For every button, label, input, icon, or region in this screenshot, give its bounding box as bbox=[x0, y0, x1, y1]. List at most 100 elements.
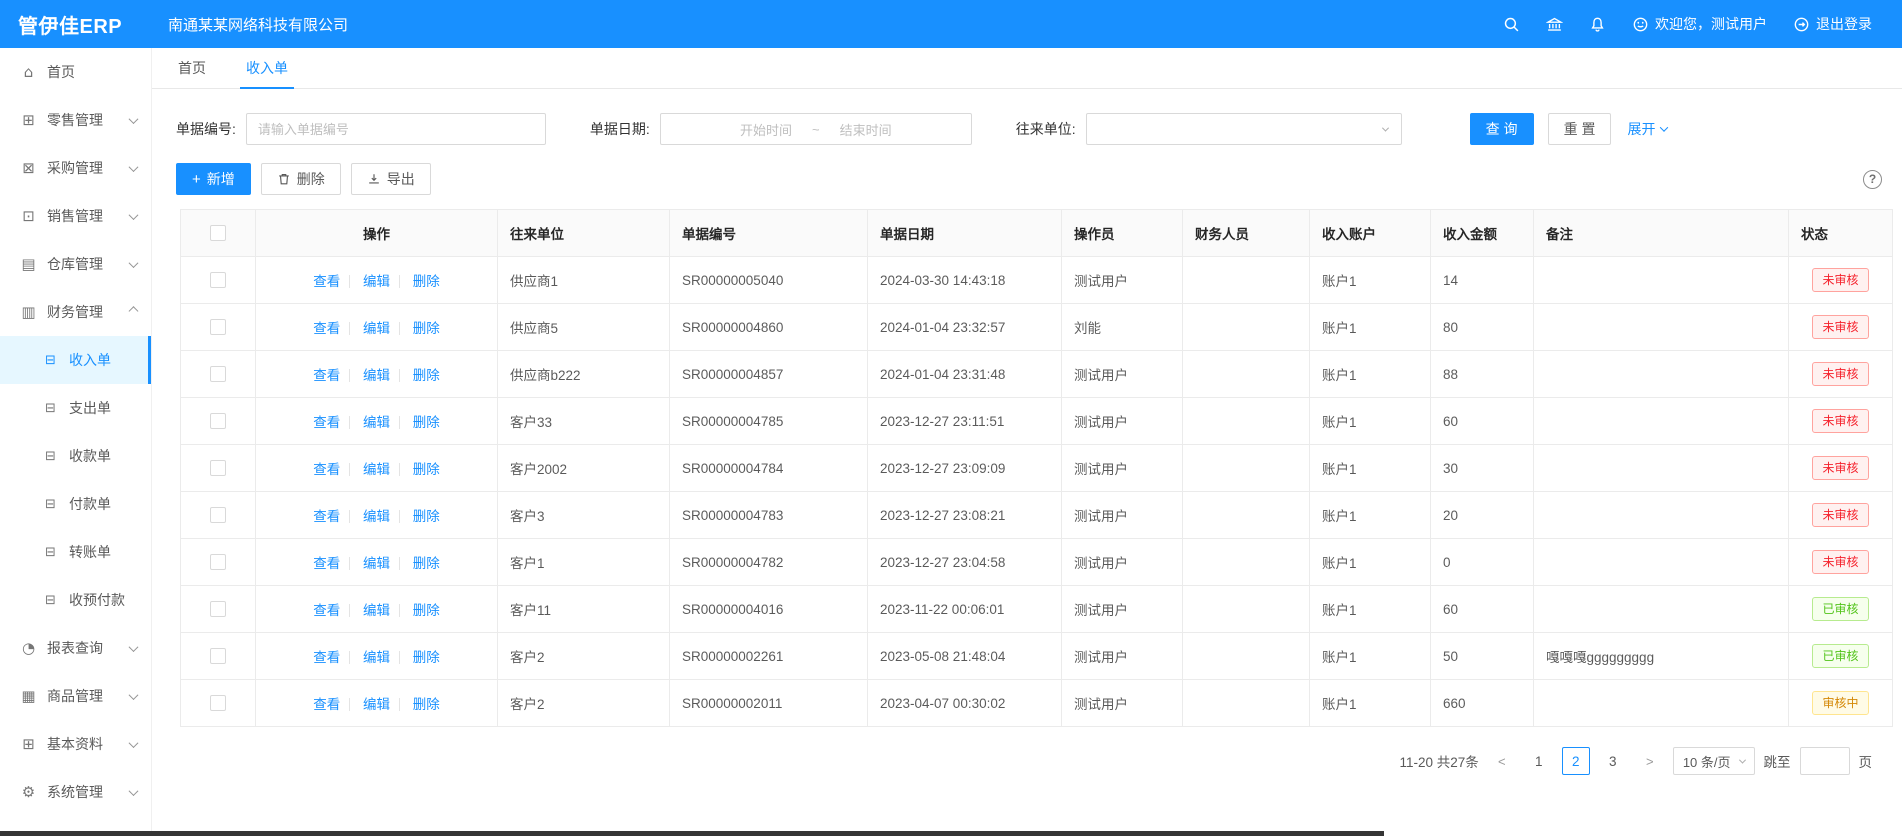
view-link[interactable]: 查看 bbox=[313, 509, 340, 524]
page-size-select[interactable]: 10 条/页 bbox=[1673, 747, 1755, 775]
operation-cell: 查看 编辑 删除 bbox=[256, 445, 498, 492]
sidebar-item-sales[interactable]: 销售管理 bbox=[0, 192, 151, 240]
edit-link[interactable]: 编辑 bbox=[363, 509, 390, 524]
row-checkbox[interactable] bbox=[210, 648, 226, 664]
view-link[interactable]: 查看 bbox=[313, 321, 340, 336]
prev-page-button[interactable]: < bbox=[1488, 747, 1516, 775]
sidebar-item-advance-payment[interactable]: 收预付款 bbox=[0, 576, 151, 624]
view-link[interactable]: 查看 bbox=[313, 556, 340, 571]
income-order-table: 操作 往来单位 单据编号 单据日期 操作员 财务人员 收入账户 收入金额 备注 … bbox=[180, 209, 1893, 727]
tab-home[interactable]: 首页 bbox=[178, 48, 206, 88]
row-checkbox[interactable] bbox=[210, 695, 226, 711]
col-header-bill-no: 单据编号 bbox=[670, 210, 868, 257]
sidebar-item-home[interactable]: 首页 bbox=[0, 48, 151, 96]
sidebar-item-system[interactable]: 系统管理 bbox=[0, 768, 151, 816]
delete-link[interactable]: 删除 bbox=[413, 368, 440, 383]
view-link[interactable]: 查看 bbox=[313, 603, 340, 618]
sidebar-item-income-order[interactable]: 收入单 bbox=[0, 336, 151, 384]
delete-link[interactable]: 删除 bbox=[413, 556, 440, 571]
row-checkbox[interactable] bbox=[210, 366, 226, 382]
help-icon[interactable] bbox=[1863, 170, 1882, 189]
search-icon[interactable] bbox=[1503, 16, 1520, 33]
delete-link[interactable]: 删除 bbox=[413, 462, 440, 477]
income-amount-cell: 88 bbox=[1431, 351, 1534, 398]
delete-link[interactable]: 删除 bbox=[413, 697, 440, 712]
tab-income-order[interactable]: 收入单 bbox=[246, 48, 288, 88]
bell-icon[interactable] bbox=[1589, 16, 1606, 33]
bill-no-cell: SR00000004783 bbox=[670, 492, 868, 539]
sidebar-item-label: 零售管理 bbox=[47, 110, 103, 130]
page-button-3[interactable]: 3 bbox=[1599, 747, 1627, 775]
reset-button[interactable]: 重 置 bbox=[1548, 113, 1612, 145]
edit-link[interactable]: 编辑 bbox=[363, 321, 390, 336]
jump-page-input[interactable] bbox=[1800, 747, 1850, 775]
delete-link[interactable]: 删除 bbox=[413, 603, 440, 618]
row-checkbox[interactable] bbox=[210, 272, 226, 288]
delete-link[interactable]: 删除 bbox=[413, 650, 440, 665]
delete-link[interactable]: 删除 bbox=[413, 321, 440, 336]
table-row: 查看 编辑 删除 客户3 SR00000004783 2023-12-27 23… bbox=[181, 492, 1893, 539]
select-all-checkbox[interactable] bbox=[210, 225, 226, 241]
jump-label: 跳至 bbox=[1764, 751, 1791, 771]
sidebar-item-reports[interactable]: 报表查询 bbox=[0, 624, 151, 672]
view-link[interactable]: 查看 bbox=[313, 368, 340, 383]
view-link[interactable]: 查看 bbox=[313, 415, 340, 430]
row-checkbox[interactable] bbox=[210, 554, 226, 570]
bill-no-input[interactable] bbox=[246, 113, 546, 145]
edit-link[interactable]: 编辑 bbox=[363, 650, 390, 665]
row-checkbox[interactable] bbox=[210, 460, 226, 476]
row-checkbox[interactable] bbox=[210, 413, 226, 429]
date-range-picker[interactable]: 开始时间 ~ 结束时间 bbox=[660, 113, 972, 145]
bank-icon[interactable] bbox=[1546, 16, 1563, 33]
sidebar-item-basic-data[interactable]: 基本资料 bbox=[0, 720, 151, 768]
sidebar-item-goods[interactable]: 商品管理 bbox=[0, 672, 151, 720]
delete-link[interactable]: 删除 bbox=[413, 415, 440, 430]
sidebar-item-expense-order[interactable]: 支出单 bbox=[0, 384, 151, 432]
export-button[interactable]: 导出 bbox=[351, 163, 431, 195]
divider bbox=[349, 698, 350, 711]
page-button-2-current[interactable]: 2 bbox=[1562, 747, 1590, 775]
sidebar-item-purchase[interactable]: 采购管理 bbox=[0, 144, 151, 192]
add-label: 新增 bbox=[207, 169, 235, 189]
delete-link[interactable]: 删除 bbox=[413, 274, 440, 289]
row-checkbox[interactable] bbox=[210, 319, 226, 335]
view-link[interactable]: 查看 bbox=[313, 650, 340, 665]
edit-link[interactable]: 编辑 bbox=[363, 603, 390, 618]
logout-button[interactable]: 退出登录 bbox=[1793, 14, 1872, 34]
page-button-1[interactable]: 1 bbox=[1525, 747, 1553, 775]
row-checkbox[interactable] bbox=[210, 601, 226, 617]
delete-label: 删除 bbox=[297, 169, 325, 189]
divider bbox=[349, 416, 350, 429]
edit-link[interactable]: 编辑 bbox=[363, 462, 390, 477]
operator-cell: 测试用户 bbox=[1062, 445, 1183, 492]
search-button[interactable]: 查 询 bbox=[1470, 113, 1534, 145]
add-button[interactable]: 新增 bbox=[176, 163, 251, 195]
view-link[interactable]: 查看 bbox=[313, 697, 340, 712]
doc-icon bbox=[42, 593, 59, 608]
sidebar-item-warehouse[interactable]: 仓库管理 bbox=[0, 240, 151, 288]
user-menu[interactable]: 欢迎您，测试用户 bbox=[1632, 14, 1767, 34]
sidebar-item-transfer-order[interactable]: 转账单 bbox=[0, 528, 151, 576]
tab-bar: 首页 收入单 bbox=[152, 48, 1902, 89]
next-page-button[interactable]: > bbox=[1636, 747, 1664, 775]
edit-link[interactable]: 编辑 bbox=[363, 368, 390, 383]
horizontal-scrollbar[interactable] bbox=[0, 831, 1384, 836]
delete-link[interactable]: 删除 bbox=[413, 509, 440, 524]
expand-link[interactable]: 展开 bbox=[1627, 119, 1667, 139]
sidebar-item-payment-order[interactable]: 付款单 bbox=[0, 480, 151, 528]
sidebar-item-finance[interactable]: 财务管理 bbox=[0, 288, 151, 336]
edit-link[interactable]: 编辑 bbox=[363, 274, 390, 289]
view-link[interactable]: 查看 bbox=[313, 274, 340, 289]
view-link[interactable]: 查看 bbox=[313, 462, 340, 477]
edit-link[interactable]: 编辑 bbox=[363, 415, 390, 430]
remark-cell bbox=[1534, 492, 1789, 539]
delete-button[interactable]: 删除 bbox=[261, 163, 341, 195]
table-row: 查看 编辑 删除 客户33 SR00000004785 2023-12-27 2… bbox=[181, 398, 1893, 445]
sidebar-item-receipt-order[interactable]: 收款单 bbox=[0, 432, 151, 480]
edit-link[interactable]: 编辑 bbox=[363, 556, 390, 571]
edit-link[interactable]: 编辑 bbox=[363, 697, 390, 712]
partner-select[interactable] bbox=[1086, 113, 1402, 145]
status-badge: 未审核 bbox=[1812, 503, 1868, 527]
sidebar-item-retail[interactable]: 零售管理 bbox=[0, 96, 151, 144]
row-checkbox[interactable] bbox=[210, 507, 226, 523]
